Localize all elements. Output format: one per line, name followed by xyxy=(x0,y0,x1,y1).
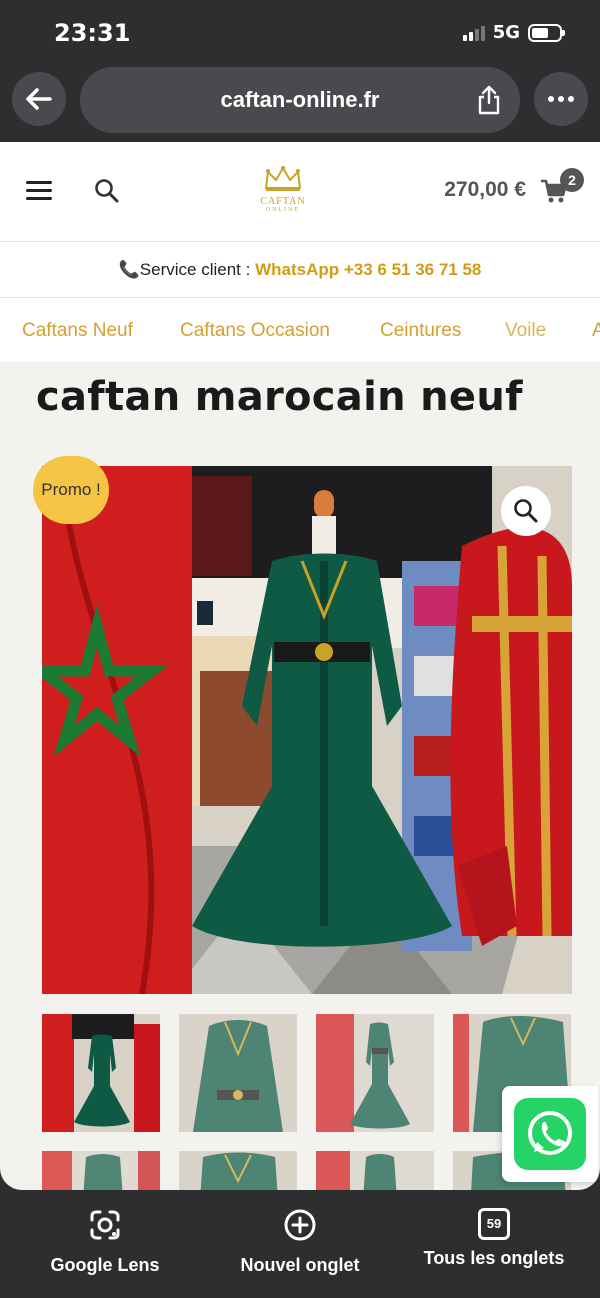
search-icon[interactable] xyxy=(94,178,120,204)
promo-badge: Promo ! xyxy=(33,456,109,524)
phone-icon: 📞 xyxy=(118,260,140,279)
site-header: CAFTAN ONLINE 270,00 € 2 xyxy=(0,142,600,242)
all-tabs-label: Tous les onglets xyxy=(423,1248,565,1268)
url-text: caftan-online.fr xyxy=(220,87,380,112)
new-tab-button[interactable]: Nouvel onglet xyxy=(228,1208,372,1276)
more-menu-button[interactable] xyxy=(534,72,588,126)
thumbnail-1[interactable] xyxy=(42,1014,160,1132)
cart-count-badge: 2 xyxy=(560,168,584,192)
page-title: caftan marocain neuf xyxy=(36,374,523,420)
logo-text: CAFTAN xyxy=(260,196,306,207)
whatsapp-icon xyxy=(514,1098,586,1170)
category-menu: Caftans Neuf Caftans Occasion Ceintures … xyxy=(0,298,600,362)
tab-count: 59 xyxy=(478,1208,510,1240)
menu-item-voile[interactable]: Voile xyxy=(505,320,546,342)
crown-icon xyxy=(264,166,302,191)
cellular-signal-icon xyxy=(462,25,485,41)
lens-icon xyxy=(90,1210,120,1240)
zoom-button[interactable] xyxy=(501,486,551,536)
all-tabs-button[interactable]: 59 Tous les onglets xyxy=(414,1208,574,1269)
address-bar[interactable]: caftan-online.fr xyxy=(80,67,520,133)
status-indicators: 5G xyxy=(462,22,565,43)
browser-chrome: caftan-online.fr xyxy=(0,64,600,142)
ellipsis-icon xyxy=(548,96,574,102)
google-lens-button[interactable]: Google Lens xyxy=(40,1208,170,1276)
cart-total[interactable]: 270,00 € xyxy=(444,178,526,202)
menu-item-next[interactable]: A xyxy=(592,320,600,342)
logo-subtext: ONLINE xyxy=(265,207,301,213)
status-time: 23:31 xyxy=(54,19,131,47)
browser-toolbar: Google Lens Nouvel onglet 59 Tous les on… xyxy=(0,1190,600,1298)
plus-circle-icon xyxy=(284,1209,316,1241)
site-logo[interactable]: CAFTAN ONLINE xyxy=(248,166,318,213)
thumbnail-7[interactable] xyxy=(316,1151,434,1190)
hamburger-menu-icon[interactable] xyxy=(26,181,52,203)
menu-item-ceintures[interactable]: Ceintures xyxy=(380,320,461,342)
menu-item-caftans-neuf[interactable]: Caftans Neuf xyxy=(22,320,133,342)
arrow-left-icon xyxy=(26,88,52,110)
tab-count-icon: 59 xyxy=(478,1208,510,1240)
service-label: Service client : xyxy=(139,260,256,279)
product-photo xyxy=(42,466,572,994)
back-button[interactable] xyxy=(12,72,66,126)
service-bar: 📞Service client : WhatsApp +33 6 51 36 7… xyxy=(0,242,600,298)
thumbnail-3[interactable] xyxy=(316,1014,434,1132)
share-icon[interactable] xyxy=(476,85,502,115)
whatsapp-link[interactable]: WhatsApp +33 6 51 36 71 58 xyxy=(255,260,481,279)
product-main-image[interactable] xyxy=(42,466,572,994)
new-tab-label: Nouvel onglet xyxy=(240,1255,360,1275)
whatsapp-floating-button[interactable] xyxy=(502,1086,598,1182)
network-type: 5G xyxy=(492,22,520,43)
magnifier-icon xyxy=(514,499,538,523)
battery-icon xyxy=(528,23,565,42)
thumbnail-5[interactable] xyxy=(42,1151,160,1190)
thumbnail-6[interactable] xyxy=(179,1151,297,1190)
google-lens-label: Google Lens xyxy=(50,1255,160,1275)
status-bar: 23:31 5G xyxy=(0,0,600,64)
thumbnail-2[interactable] xyxy=(179,1014,297,1132)
web-page: CAFTAN ONLINE 270,00 € 2 📞Service client… xyxy=(0,142,600,1190)
menu-item-caftans-occasion[interactable]: Caftans Occasion xyxy=(180,320,330,342)
